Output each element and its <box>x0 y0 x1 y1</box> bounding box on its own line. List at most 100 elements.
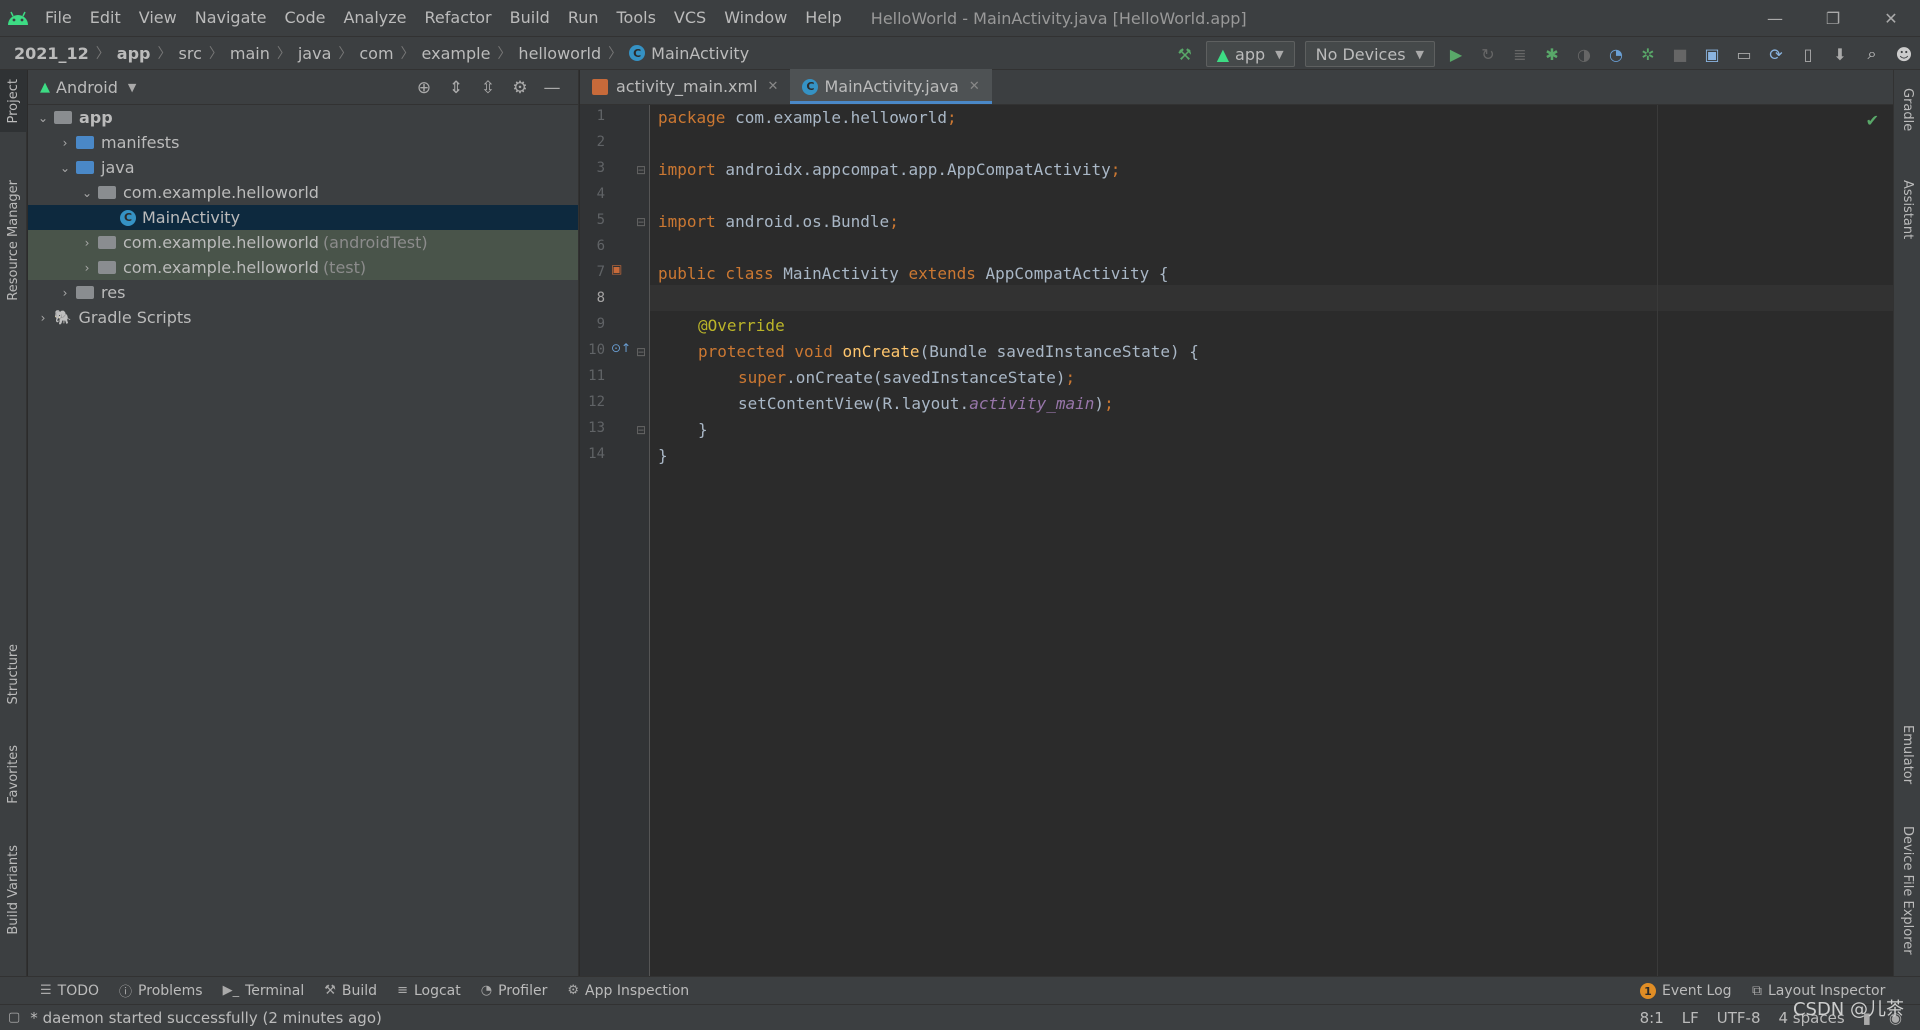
fold-icon[interactable]: ⊟ <box>636 163 646 177</box>
minimize-button[interactable]: — <box>1746 0 1804 36</box>
status-message[interactable]: * daemon started successfully (2 minutes… <box>30 1009 382 1027</box>
sdk-manager-icon[interactable]: ⬇ <box>1824 37 1856 71</box>
menu-run[interactable]: Run <box>559 0 608 36</box>
toggle-tool-windows-icon[interactable]: ▢ <box>8 1010 20 1025</box>
tree-item-mainactivity[interactable]: C MainActivity <box>28 205 578 230</box>
tool-profiler[interactable]: ◔ Profiler <box>481 983 548 999</box>
code-area[interactable]: 1 2 3 4 5 6 7 8 9 10 11 12 13 14 ▣ ⊙↑ ⊟ … <box>580 105 1893 976</box>
menu-code[interactable]: Code <box>276 0 335 36</box>
tab-build-variants[interactable]: Build Variants <box>0 840 27 940</box>
device-manager-icon[interactable]: ▯ <box>1792 37 1824 71</box>
breadcrumb-item[interactable]: 2021_12 <box>14 44 89 63</box>
menu-refactor[interactable]: Refactor <box>416 0 501 36</box>
tool-problems[interactable]: ⓘ Problems <box>119 981 203 1001</box>
chevron-right-icon[interactable]: › <box>76 236 98 250</box>
tab-device-file-explorer[interactable]: Device File Explorer <box>1894 815 1920 965</box>
tree-item-gradle-scripts[interactable]: › 🐘 Gradle Scripts <box>28 305 578 330</box>
tab-project[interactable]: Project <box>0 70 27 132</box>
breadcrumb-item[interactable]: helloworld <box>518 44 601 63</box>
coverage-icon[interactable]: ◑ <box>1568 37 1600 71</box>
fold-icon[interactable]: ⊟ <box>636 345 646 359</box>
breadcrumb-item[interactable]: java <box>298 44 332 63</box>
tool-event-log[interactable]: 1 Event Log <box>1640 977 1732 1005</box>
breadcrumb-item[interactable]: com <box>359 44 393 63</box>
fold-icon[interactable]: ⊟ <box>636 423 646 437</box>
tab-emulator[interactable]: Emulator <box>1894 710 1920 800</box>
caret-position[interactable]: 8:1 <box>1640 1009 1664 1027</box>
menu-edit[interactable]: Edit <box>81 0 130 36</box>
menu-analyze[interactable]: Analyze <box>334 0 415 36</box>
tool-terminal[interactable]: ▶_ Terminal <box>223 983 305 999</box>
user-account-icon[interactable]: ☻ <box>1888 37 1920 71</box>
line-separator[interactable]: LF <box>1682 1009 1699 1027</box>
profile-icon[interactable]: ◔ <box>1600 37 1632 71</box>
tab-assistant[interactable]: Assistant <box>1894 165 1920 255</box>
hide-panel-icon[interactable]: — <box>536 78 568 98</box>
collapse-all-icon[interactable]: ⇳ <box>472 78 504 98</box>
breadcrumb-item[interactable]: app <box>117 44 151 63</box>
fold-icon[interactable]: ⊟ <box>636 215 646 229</box>
sync-gradle-icon[interactable]: ⟳ <box>1760 37 1792 71</box>
project-structure-icon[interactable]: ▣ <box>1696 37 1728 71</box>
chevron-down-icon[interactable]: ⌄ <box>76 186 98 200</box>
chevron-right-icon[interactable]: › <box>54 136 76 150</box>
breadcrumb-item[interactable]: main <box>230 44 270 63</box>
tool-build[interactable]: ⚒ Build <box>324 983 377 999</box>
tree-item-app[interactable]: ⌄ app <box>28 105 578 130</box>
tree-item-package-androidtest[interactable]: › com.example.helloworld (androidTest) <box>28 230 578 255</box>
tab-resource-manager[interactable]: Resource Manager <box>0 170 27 310</box>
apply-code-changes-icon[interactable]: ≣ <box>1504 37 1536 71</box>
chevron-down-icon[interactable]: ⌄ <box>54 161 76 175</box>
breadcrumb-item[interactable]: example <box>422 44 491 63</box>
breadcrumb-item[interactable]: src <box>179 44 202 63</box>
close-icon[interactable]: ✕ <box>768 79 779 94</box>
breadcrumb-item[interactable]: MainActivity <box>651 44 749 63</box>
menu-vcs[interactable]: VCS <box>665 0 715 36</box>
close-window-button[interactable]: ✕ <box>1862 0 1920 36</box>
tool-app-inspection[interactable]: ⚙ App Inspection <box>567 983 689 999</box>
tab-activity-main-xml[interactable]: activity_main.xml ✕ <box>580 69 790 104</box>
debug-icon[interactable]: ✱ <box>1536 37 1568 71</box>
override-method-icon[interactable]: ⊙↑ <box>611 341 631 355</box>
menu-build[interactable]: Build <box>501 0 559 36</box>
attach-debugger-icon[interactable]: ✲ <box>1632 37 1664 71</box>
tree-item-manifests[interactable]: › manifests <box>28 130 578 155</box>
tree-item-java[interactable]: ⌄ java <box>28 155 578 180</box>
tree-item-package-test[interactable]: › com.example.helloworld (test) <box>28 255 578 280</box>
avd-manager-icon[interactable]: ▭ <box>1728 37 1760 71</box>
layout-preview-icon[interactable]: ▣ <box>611 262 622 276</box>
project-view-select[interactable]: Android <box>56 78 118 97</box>
expand-all-icon[interactable]: ⇕ <box>440 78 472 98</box>
locate-file-icon[interactable]: ⊕ <box>408 78 440 98</box>
restore-button[interactable]: ❐ <box>1804 0 1862 36</box>
menu-file[interactable]: File <box>36 0 81 36</box>
inspection-ok-check-icon[interactable]: ✔ <box>1866 111 1879 130</box>
tab-mainactivity-java[interactable]: C MainActivity.java ✕ <box>790 69 992 104</box>
tool-todo[interactable]: ☰ TODO <box>40 983 99 999</box>
menu-tools[interactable]: Tools <box>608 0 665 36</box>
tool-logcat[interactable]: ≡ Logcat <box>397 983 461 999</box>
menu-window[interactable]: Window <box>715 0 796 36</box>
run-configuration-select[interactable]: ▲ app ▼ <box>1205 41 1295 67</box>
menu-navigate[interactable]: Navigate <box>186 0 276 36</box>
close-icon[interactable]: ✕ <box>969 79 980 94</box>
device-select[interactable]: No Devices ▼ <box>1304 41 1435 67</box>
make-project-hammer-icon[interactable]: ⚒ <box>1169 37 1201 71</box>
menu-view[interactable]: View <box>130 0 186 36</box>
tab-favorites[interactable]: Favorites <box>0 738 27 810</box>
run-icon[interactable]: ▶ <box>1440 37 1472 71</box>
apply-changes-restart-icon[interactable]: ↻ <box>1472 37 1504 71</box>
chevron-down-icon[interactable]: ⌄ <box>32 111 54 125</box>
tree-item-res[interactable]: › res <box>28 280 578 305</box>
search-icon[interactable]: ⌕ <box>1856 37 1888 71</box>
tab-structure[interactable]: Structure <box>0 638 27 710</box>
chevron-right-icon[interactable]: › <box>32 311 54 325</box>
chevron-down-icon[interactable]: ▼ <box>128 81 136 94</box>
menu-help[interactable]: Help <box>796 0 850 36</box>
chevron-right-icon[interactable]: › <box>54 286 76 300</box>
gear-icon[interactable]: ⚙ <box>504 78 536 98</box>
file-encoding[interactable]: UTF-8 <box>1717 1009 1761 1027</box>
stop-icon[interactable]: ■ <box>1664 37 1696 71</box>
chevron-right-icon[interactable]: › <box>76 261 98 275</box>
tree-item-package[interactable]: ⌄ com.example.helloworld <box>28 180 578 205</box>
